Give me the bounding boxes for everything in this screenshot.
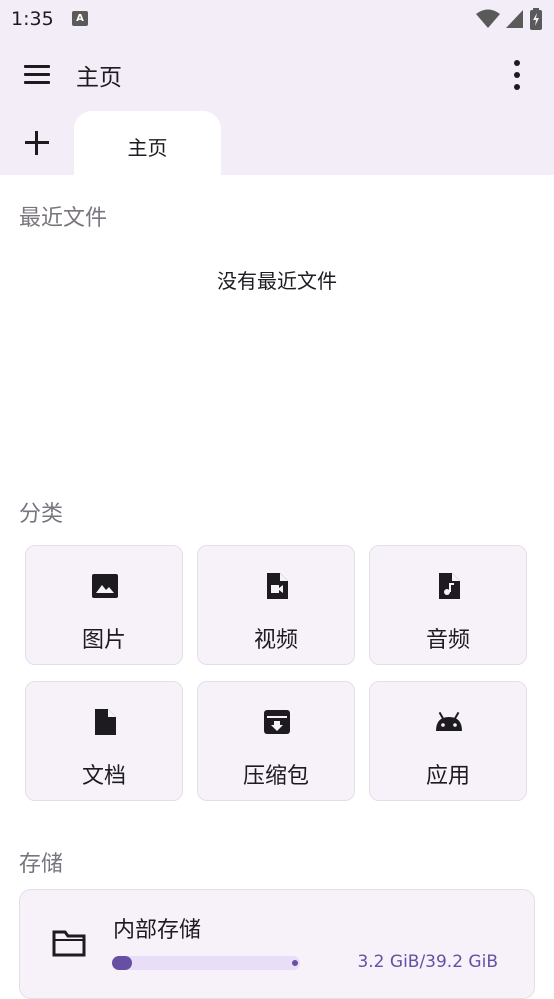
video-file-icon [267,573,288,599]
category-label: 应用 [425,764,470,789]
storage-size-text: 3.2 GiB/39.2 GiB [357,952,498,972]
page-title: 主页 [76,65,122,91]
more-vert-icon[interactable] [502,58,532,92]
category-label: 文档 [81,764,126,789]
notification-icon: A [72,11,88,26]
category-documents[interactable]: 文档 [25,681,183,801]
category-label: 图片 [81,628,126,653]
empty-recent-text: 没有最近文件 [217,269,337,293]
category-label: 压缩包 [242,764,309,789]
system-icons [476,8,542,30]
category-audio[interactable]: 音频 [369,545,527,665]
storage-usage-bar [112,956,300,970]
hamburger-menu-icon[interactable] [22,62,52,86]
category-label: 音频 [425,628,470,653]
archive-icon [264,710,290,734]
tab-home[interactable]: 主页 [74,111,221,175]
recent-files-title: 最近文件 [19,206,108,231]
image-icon [92,574,118,598]
wifi-icon [476,9,500,28]
category-label: 视频 [253,628,298,653]
app-bar: 主页 [0,38,554,110]
category-videos[interactable]: 视频 [197,545,355,665]
add-tab-icon[interactable] [20,126,54,160]
status-time: 1:35 [11,8,54,30]
tab-label: 主页 [127,136,168,160]
document-icon [95,709,116,735]
category-archives[interactable]: 压缩包 [197,681,355,801]
storage-title: 存储 [19,852,64,877]
categories-title: 分类 [19,502,64,527]
audio-file-icon [439,573,460,599]
storage-name: 内部存储 [113,918,202,943]
battery-icon [530,8,542,30]
category-apps[interactable]: 应用 [369,681,527,801]
category-images[interactable]: 图片 [25,545,183,665]
status-bar: 1:35 A [0,0,554,38]
folder-icon [52,930,86,957]
android-icon [436,711,462,731]
storage-item-internal[interactable]: 内部存储 3.2 GiB/39.2 GiB [19,889,535,999]
signal-icon [506,10,523,28]
